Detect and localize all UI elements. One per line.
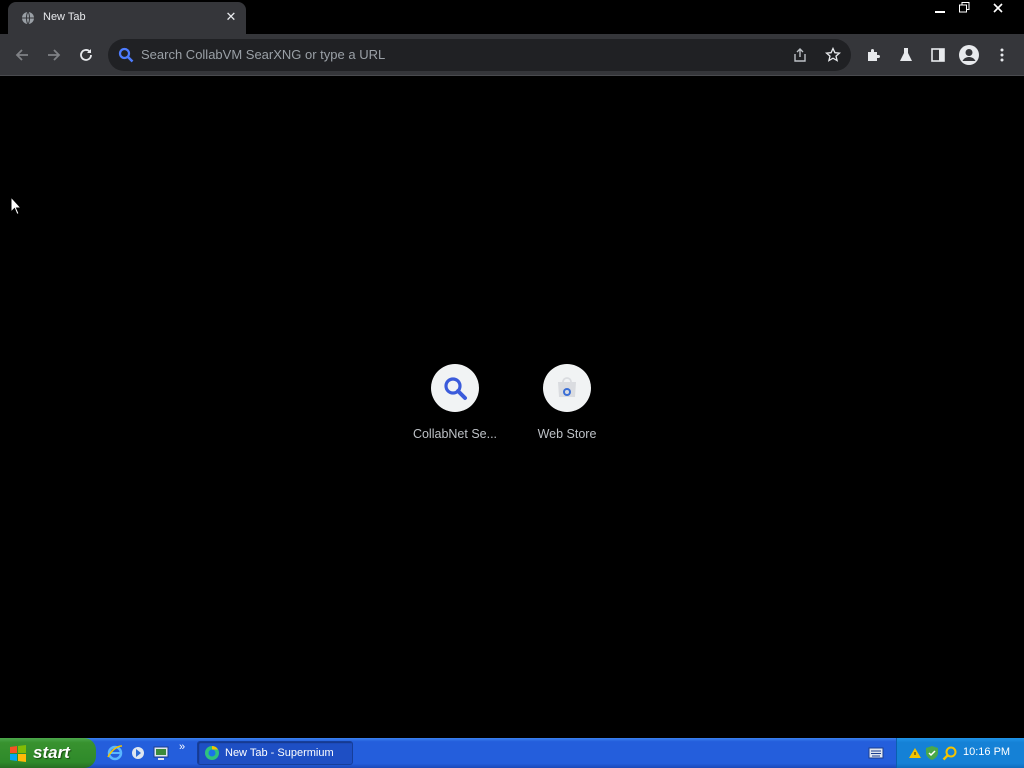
web-store-icon xyxy=(558,377,576,397)
reload-button[interactable] xyxy=(74,43,98,67)
desktop-screen: New Tab ✕ Search CollabVM SearXNG or typ… xyxy=(0,0,1024,768)
taskbar-item-label: New Tab - Supermium xyxy=(225,747,334,759)
star-icon xyxy=(825,47,841,62)
globe-icon xyxy=(22,11,34,25)
taskbar-item-browser[interactable]: New Tab - Supermium xyxy=(197,741,353,765)
menu-button[interactable] xyxy=(990,43,1014,67)
bookmark-star-button[interactable] xyxy=(823,45,843,65)
tab-close-icon[interactable]: ✕ xyxy=(223,9,239,25)
close-icon xyxy=(993,3,1003,13)
reload-icon xyxy=(80,49,92,61)
minimize-icon xyxy=(935,11,945,13)
share-icon xyxy=(794,48,806,62)
flask-icon xyxy=(900,48,912,61)
side-panel-icon xyxy=(931,48,945,62)
supermium-icon xyxy=(205,746,219,760)
keyboard-icon[interactable] xyxy=(868,747,884,759)
search-icon xyxy=(118,47,134,63)
extensions-button[interactable] xyxy=(862,43,886,67)
windows-logo-icon xyxy=(10,745,26,762)
browser-tab[interactable]: New Tab ✕ xyxy=(8,2,246,34)
shortcut-tile-collabnet[interactable]: CollabNet Se... xyxy=(400,363,510,453)
side-panel-button[interactable] xyxy=(926,43,950,67)
shortcut-label: Web Store xyxy=(537,427,597,441)
restore-button[interactable] xyxy=(953,0,975,18)
arrow-right-icon xyxy=(48,49,61,61)
internet-explorer-icon[interactable] xyxy=(106,744,124,762)
tab-strip: New Tab ✕ xyxy=(0,0,1024,34)
puzzle-icon xyxy=(868,49,880,61)
address-bar-placeholder: Search CollabVM SearXNG or type a URL xyxy=(141,47,386,62)
minimize-button[interactable] xyxy=(929,0,951,18)
close-window-button[interactable] xyxy=(987,0,1009,18)
kebab-menu-icon xyxy=(1000,48,1004,62)
search-tray-icon[interactable] xyxy=(942,745,958,761)
browser-toolbar: Search CollabVM SearXNG or type a URL xyxy=(0,34,1024,76)
media-player-icon[interactable] xyxy=(129,744,147,762)
profile-button[interactable] xyxy=(957,43,981,67)
shortcut-icon-circle xyxy=(431,364,479,412)
address-bar[interactable]: Search CollabVM SearXNG or type a URL xyxy=(108,39,851,71)
security-shield-icon[interactable] xyxy=(924,745,940,761)
network-icon[interactable] xyxy=(907,745,923,761)
taskbar: start » New Tab - Supermium 10:16 PM xyxy=(0,738,1024,768)
back-button[interactable] xyxy=(10,43,34,67)
shortcut-icon-circle xyxy=(543,364,591,412)
search-icon xyxy=(444,377,467,400)
show-desktop-icon[interactable] xyxy=(152,744,170,762)
start-label: start xyxy=(33,743,70,762)
arrow-left-icon xyxy=(15,49,28,61)
tab-title: New Tab xyxy=(43,11,86,23)
clock: 10:16 PM xyxy=(963,746,1011,758)
restore-icon xyxy=(958,2,969,13)
labs-button[interactable] xyxy=(894,43,918,67)
quicklaunch-overflow-chevron[interactable]: » xyxy=(179,741,185,753)
system-tray: 10:16 PM xyxy=(896,738,1024,768)
avatar-icon xyxy=(959,45,979,65)
forward-button[interactable] xyxy=(42,43,66,67)
shortcut-label: CollabNet Se... xyxy=(412,427,498,441)
start-button[interactable]: start xyxy=(0,738,96,768)
share-button[interactable] xyxy=(790,45,810,65)
shortcut-tile-web-store[interactable]: Web Store xyxy=(512,363,622,453)
mouse-cursor-icon xyxy=(10,196,22,216)
new-tab-page: CollabNet Se... Web Store xyxy=(0,77,1024,738)
